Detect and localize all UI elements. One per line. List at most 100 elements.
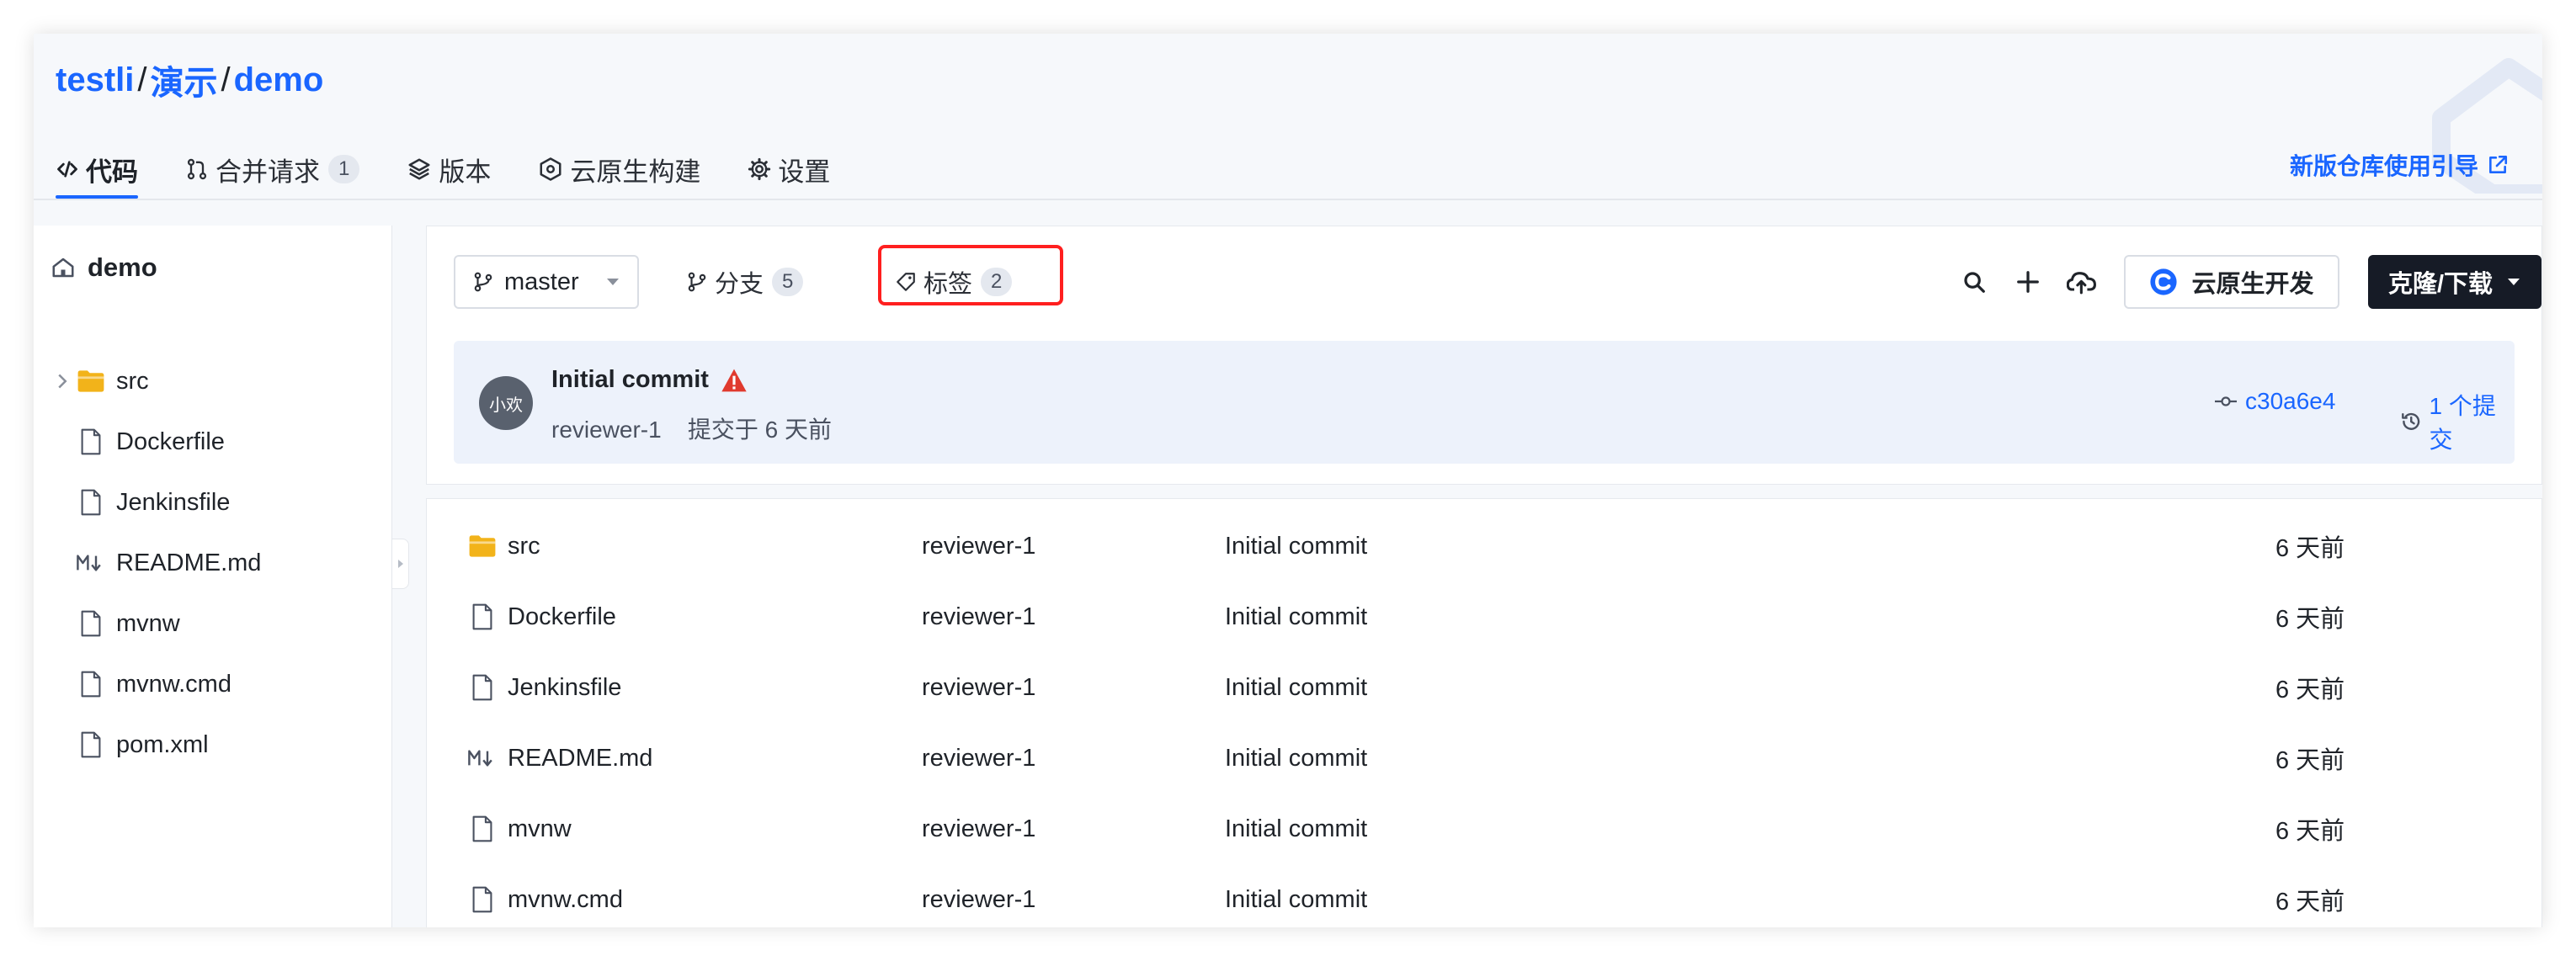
- file-icon: [81, 671, 101, 698]
- tree-item-label: mvnw: [116, 609, 180, 637]
- gear-icon: [748, 157, 771, 181]
- tree-item-mvnw-cmd[interactable]: mvnw.cmd: [51, 667, 232, 701]
- build-icon: [540, 157, 562, 181]
- search-button[interactable]: [1947, 262, 2001, 302]
- file-icon: [81, 610, 101, 637]
- commit-hash: c30a6e4: [2245, 388, 2336, 414]
- commit-count: 1 个提交: [2429, 393, 2496, 453]
- breadcrumb-owner[interactable]: testli: [56, 61, 134, 99]
- tab-settings[interactable]: 设置: [748, 140, 830, 199]
- toolbar-actions: [1947, 262, 2109, 302]
- commit-author[interactable]: reviewer-1: [551, 417, 662, 443]
- table-row[interactable]: Jenkinsfile reviewer-1 Initial commit 6 …: [427, 652, 2542, 723]
- repo-guide-link[interactable]: 新版仓库使用引导: [2290, 148, 2509, 182]
- tree-item-jenkinsfile[interactable]: Jenkinsfile: [51, 486, 230, 519]
- tab-label: 云原生构建: [570, 157, 701, 187]
- breadcrumb-separator: /: [221, 61, 231, 98]
- upload-button[interactable]: [2055, 262, 2109, 302]
- file-name[interactable]: Dockerfile: [508, 603, 616, 631]
- tab-merge-requests[interactable]: 合并请求 1: [185, 140, 360, 199]
- file-author[interactable]: reviewer-1: [922, 603, 1035, 631]
- header-divider: [34, 199, 2542, 200]
- clone-download-button[interactable]: 克隆/下载: [2368, 255, 2541, 309]
- tree-item-mvnw[interactable]: mvnw: [51, 607, 180, 640]
- tab-code[interactable]: 代码: [56, 140, 138, 199]
- breadcrumb-repo[interactable]: demo: [234, 61, 324, 99]
- file-name[interactable]: src: [508, 533, 540, 560]
- file-commit-message[interactable]: Initial commit: [1225, 815, 1367, 843]
- table-row[interactable]: Dockerfile reviewer-1 Initial commit 6 天…: [427, 581, 2542, 652]
- tab-label: 设置: [778, 157, 831, 187]
- markdown-icon: [468, 750, 492, 767]
- commit-hash-link[interactable]: c30a6e4: [2213, 388, 2335, 415]
- cloud-dev-label: 云原生开发: [2191, 271, 2314, 298]
- file-commit-message[interactable]: Initial commit: [1225, 533, 1367, 560]
- branch-icon: [688, 272, 706, 292]
- repo-header: testli / 演示 / demo 代码 合并请求 1 版本 云原生构建 设置…: [34, 34, 2542, 199]
- warning-icon[interactable]: [721, 368, 748, 393]
- add-file-button[interactable]: [2001, 262, 2055, 302]
- file-commit-message[interactable]: Initial commit: [1225, 745, 1367, 773]
- branch-select[interactable]: master: [454, 255, 639, 309]
- table-row[interactable]: src reviewer-1 Initial commit 6 天前: [427, 511, 2542, 581]
- tree-item-label: README.md: [116, 549, 262, 576]
- file-icon: [81, 489, 101, 516]
- tree-item-src[interactable]: src: [51, 364, 149, 398]
- file-time: 6 天前: [2275, 677, 2345, 703]
- branches-link[interactable]: 分支 5: [686, 255, 804, 309]
- tree-item-pom[interactable]: pom.xml: [51, 728, 209, 762]
- file-icon: [472, 815, 492, 842]
- tab-cloud-build[interactable]: 云原生构建: [538, 140, 700, 199]
- file-author[interactable]: reviewer-1: [922, 674, 1035, 702]
- tab-releases[interactable]: 版本: [407, 140, 491, 199]
- external-link-icon: [2489, 155, 2508, 173]
- tab-label: 版本: [439, 157, 492, 187]
- file-name[interactable]: README.md: [508, 745, 652, 773]
- tree-item-label: Jenkinsfile: [116, 488, 231, 516]
- app-window: testli / 演示 / demo 代码 合并请求 1 版本 云原生构建 设置…: [34, 34, 2542, 927]
- file-author[interactable]: reviewer-1: [922, 886, 1035, 914]
- breadcrumb-group[interactable]: 演示: [150, 56, 217, 104]
- table-row[interactable]: README.md reviewer-1 Initial commit 6 天前: [427, 723, 2542, 794]
- caret-right-icon: [397, 560, 403, 568]
- branches-label: 分支: [715, 271, 764, 298]
- chevron-right-icon[interactable]: [56, 373, 69, 390]
- guide-link-label: 新版仓库使用引导: [2289, 153, 2478, 179]
- tab-label: 代码: [86, 157, 138, 187]
- file-icon: [472, 603, 492, 630]
- file-name[interactable]: Jenkinsfile: [508, 674, 621, 702]
- tree-item-dockerfile[interactable]: Dockerfile: [51, 425, 225, 459]
- file-author[interactable]: reviewer-1: [922, 533, 1035, 560]
- file-author[interactable]: reviewer-1: [922, 815, 1035, 843]
- tree-item-readme[interactable]: README.md: [51, 546, 261, 580]
- sidebar-collapse-handle[interactable]: [392, 539, 409, 589]
- commit-message[interactable]: Initial commit: [551, 366, 709, 394]
- file-commit-message[interactable]: Initial commit: [1225, 674, 1367, 702]
- tree-item-label: mvnw.cmd: [116, 670, 232, 698]
- file-time: 6 天前: [2275, 889, 2345, 916]
- file-tree-root[interactable]: demo: [51, 252, 157, 283]
- avatar[interactable]: 小欢: [479, 376, 533, 430]
- tree-item-label: src: [116, 367, 149, 395]
- plus-icon: [2017, 271, 2039, 293]
- cloud-native-dev-button[interactable]: 云原生开发: [2124, 255, 2339, 309]
- file-name[interactable]: mvnw.cmd: [508, 886, 623, 914]
- folder-icon: [469, 535, 496, 557]
- file-commit-message[interactable]: Initial commit: [1225, 603, 1367, 631]
- layers-icon: [408, 158, 430, 180]
- file-name[interactable]: mvnw: [508, 815, 572, 843]
- file-icon: [472, 674, 492, 701]
- commit-icon: [2215, 396, 2237, 406]
- merge-request-icon: [187, 158, 207, 180]
- table-row[interactable]: mvnw.cmd reviewer-1 Initial commit 6 天前: [427, 864, 2542, 927]
- tree-item-label: pom.xml: [116, 730, 209, 758]
- table-row[interactable]: mvnw reviewer-1 Initial commit 6 天前: [427, 794, 2542, 864]
- file-author[interactable]: reviewer-1: [922, 745, 1035, 773]
- branch-name: master: [504, 268, 579, 295]
- search-icon: [1964, 272, 1985, 293]
- repo-tabs: 代码 合并请求 1 版本 云原生构建 设置: [56, 140, 877, 199]
- commit-message-row: Initial commit: [551, 366, 748, 394]
- repo-toolbar-card: master 分支 5 标签 2 云原生开发 克隆/下载 小欢 Initial …: [426, 226, 2542, 485]
- commit-history-link[interactable]: 1 个提交: [2400, 388, 2515, 455]
- file-commit-message[interactable]: Initial commit: [1225, 886, 1367, 914]
